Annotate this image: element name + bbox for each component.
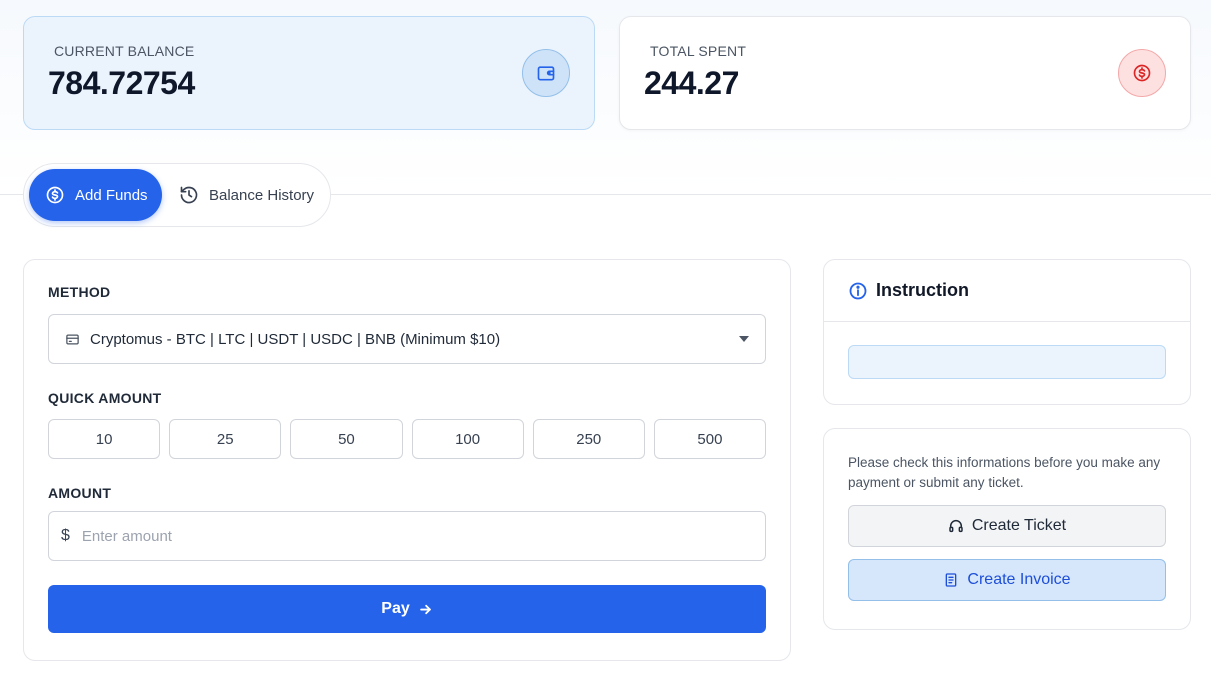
- tab-bar: Add Funds Balance History: [23, 163, 331, 227]
- current-balance-value: 784.72754: [48, 65, 195, 101]
- amount-field-wrapper: $: [48, 511, 766, 561]
- create-invoice-button[interactable]: Create Invoice: [848, 559, 1166, 601]
- currency-symbol: $: [61, 527, 70, 544]
- quick-amount-button[interactable]: 250: [532, 419, 645, 459]
- pay-button[interactable]: Pay: [48, 585, 766, 633]
- method-select-value: Cryptomus - BTC | LTC | USDT | USDC | BN…: [90, 330, 501, 348]
- quick-amount-button[interactable]: 100: [411, 419, 524, 459]
- current-balance-card: CURRENT BALANCE 784.72754: [23, 16, 595, 130]
- help-text: Please check this informations before yo…: [848, 455, 1161, 490]
- wallet-icon: [522, 49, 570, 97]
- method-label: METHOD: [48, 284, 111, 300]
- credit-card-icon: [65, 332, 80, 347]
- create-invoice-label: Create Invoice: [967, 571, 1071, 588]
- tab-balance-history-label: Balance History: [209, 186, 315, 204]
- chevron-down-icon: [739, 336, 749, 342]
- instruction-card: Instruction: [823, 259, 1191, 405]
- dollar-circle-icon: [45, 185, 65, 205]
- total-spent-value: 244.27: [644, 65, 739, 101]
- quick-amount-button[interactable]: 25: [169, 419, 282, 459]
- instruction-title: Instruction: [876, 280, 969, 300]
- amount-label: AMOUNT: [48, 485, 112, 501]
- history-icon: [179, 185, 199, 205]
- quick-amount-button[interactable]: 10: [48, 419, 161, 459]
- quick-amount-button[interactable]: 50: [290, 419, 403, 459]
- tab-add-funds-label: Add Funds: [75, 186, 148, 204]
- create-ticket-button[interactable]: Create Ticket: [848, 505, 1166, 547]
- pay-button-label: Pay: [381, 600, 410, 617]
- add-funds-form: METHOD Cryptomus - BTC | LTC | USDT | US…: [23, 259, 791, 661]
- tab-balance-history[interactable]: Balance History: [162, 169, 324, 221]
- quick-amount-label: QUICK AMOUNT: [48, 390, 162, 406]
- quick-amount-button[interactable]: 500: [653, 419, 767, 459]
- dollar-circle-icon: [1118, 49, 1166, 97]
- method-select[interactable]: Cryptomus - BTC | LTC | USDT | USDC | BN…: [48, 314, 766, 364]
- document-icon: [943, 572, 959, 588]
- instruction-content: [848, 345, 1166, 379]
- total-spent-label: TOTAL SPENT: [650, 43, 747, 59]
- arrow-right-icon: [418, 602, 433, 617]
- tab-add-funds[interactable]: Add Funds: [29, 169, 162, 221]
- info-icon: [848, 281, 868, 301]
- headset-icon: [948, 518, 964, 534]
- total-spent-card: TOTAL SPENT 244.27: [619, 16, 1191, 130]
- quick-amount-row: 10 25 50 100 250 500: [48, 419, 767, 459]
- instruction-header: Instruction: [824, 260, 1190, 322]
- amount-input[interactable]: [81, 527, 682, 545]
- help-card: Please check this informations before yo…: [823, 428, 1191, 630]
- current-balance-label: CURRENT BALANCE: [54, 43, 195, 59]
- create-ticket-label: Create Ticket: [971, 517, 1067, 534]
